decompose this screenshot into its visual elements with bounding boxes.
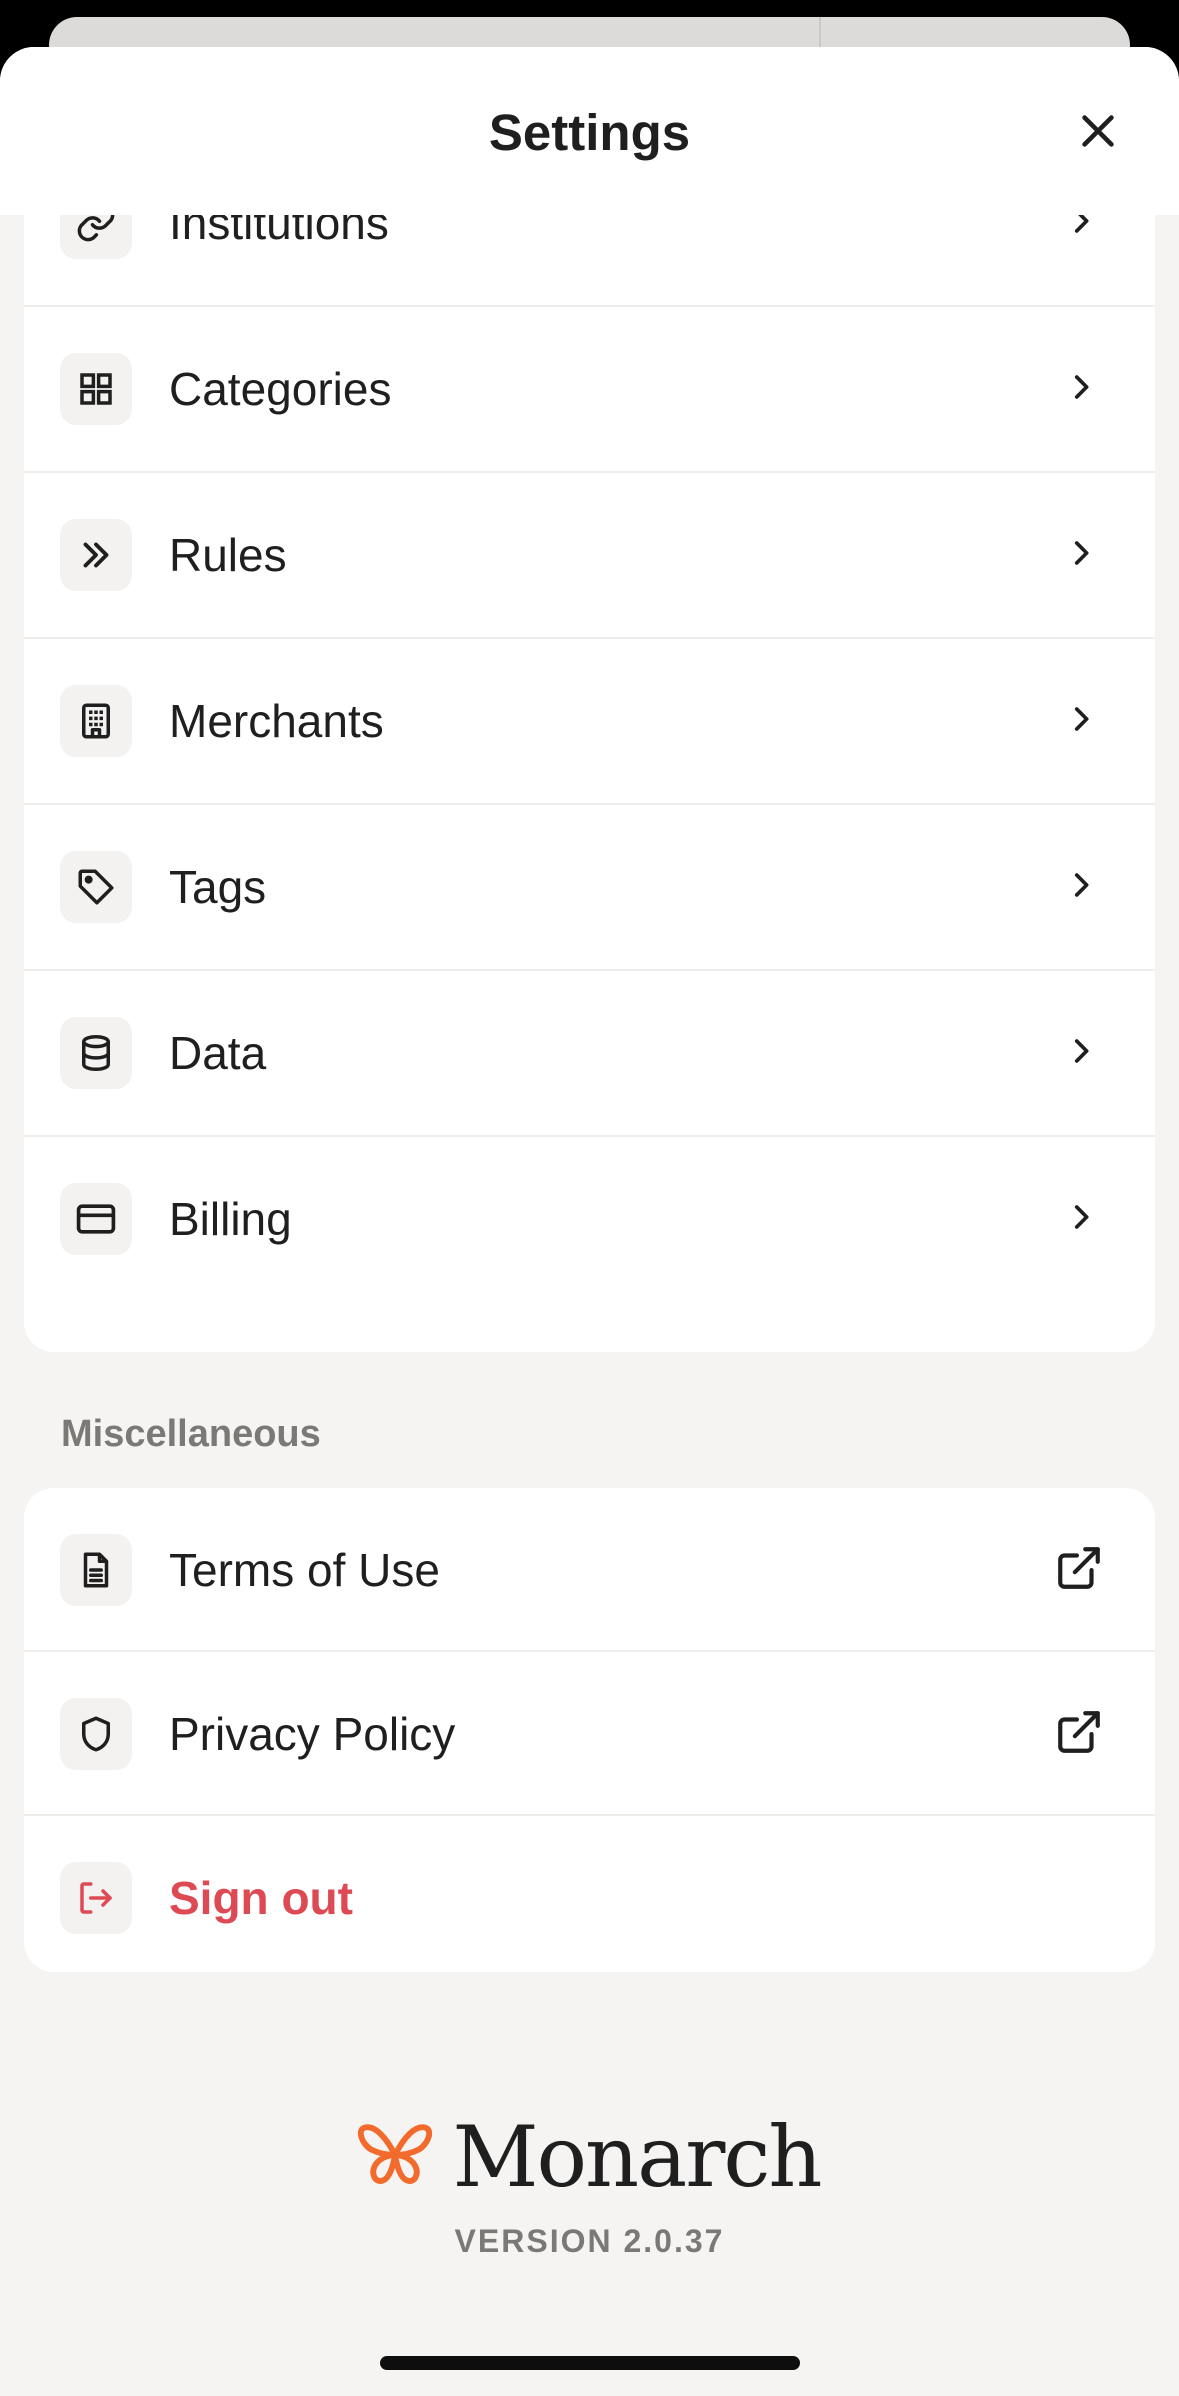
sign-out-button[interactable]: Sign out bbox=[24, 1816, 1155, 1972]
settings-item-rules[interactable]: Rules bbox=[24, 473, 1155, 637]
settings-item-label: Tags bbox=[169, 861, 267, 913]
double-chevron-icon bbox=[60, 519, 132, 591]
building-icon bbox=[60, 685, 132, 757]
home-indicator bbox=[380, 2356, 800, 2370]
settings-item-label: Rules bbox=[169, 529, 287, 581]
external-link-icon bbox=[1054, 1543, 1104, 1598]
chevron-right-icon bbox=[1064, 1200, 1098, 1239]
settings-item-label: Categories bbox=[169, 363, 392, 415]
brand-logo: Monarch bbox=[0, 2108, 1179, 2206]
misc-item-terms[interactable]: Terms of Use bbox=[24, 1488, 1155, 1652]
credit-card-icon bbox=[60, 1183, 132, 1255]
sheet-header: Settings bbox=[0, 47, 1179, 215]
chevron-right-icon bbox=[1064, 702, 1098, 741]
misc-item-label: Privacy Policy bbox=[169, 1708, 456, 1760]
settings-item-label: Billing bbox=[169, 1193, 292, 1245]
chevron-right-icon bbox=[1064, 868, 1098, 907]
close-button[interactable] bbox=[1060, 95, 1136, 171]
shield-icon bbox=[60, 1698, 132, 1770]
brand-name: Monarch bbox=[452, 2108, 822, 2206]
settings-item-label: Merchants bbox=[169, 695, 384, 747]
misc-item-label: Terms of Use bbox=[169, 1544, 440, 1596]
chevron-right-icon bbox=[1064, 1034, 1098, 1073]
settings-list: Institutions Categories Rules Merchants … bbox=[24, 141, 1155, 1352]
chevron-right-icon bbox=[1064, 536, 1098, 575]
settings-sheet: Institutions Categories Rules Merchants … bbox=[0, 47, 1179, 2396]
misc-item-privacy[interactable]: Privacy Policy bbox=[24, 1652, 1155, 1816]
sign-out-label: Sign out bbox=[169, 1872, 353, 1924]
chevron-right-icon bbox=[1064, 370, 1098, 409]
page-title: Settings bbox=[488, 104, 691, 161]
grid-icon bbox=[60, 353, 132, 425]
settings-item-tags[interactable]: Tags bbox=[24, 805, 1155, 969]
version-label: VERSION 2.0.37 bbox=[454, 2223, 725, 2259]
butterfly-icon bbox=[358, 2120, 433, 2195]
settings-item-data[interactable]: Data bbox=[24, 971, 1155, 1135]
settings-item-merchants[interactable]: Merchants bbox=[24, 639, 1155, 803]
document-icon bbox=[60, 1534, 132, 1606]
sign-out-icon bbox=[60, 1862, 132, 1934]
close-icon bbox=[1075, 108, 1121, 159]
settings-item-categories[interactable]: Categories bbox=[24, 307, 1155, 471]
external-link-icon bbox=[1054, 1707, 1104, 1762]
section-label: Miscellaneous bbox=[61, 1413, 321, 1455]
settings-item-billing[interactable]: Billing bbox=[24, 1137, 1155, 1301]
tag-icon bbox=[60, 851, 132, 923]
misc-list: Terms of Use Privacy Policy Sign out bbox=[24, 1488, 1155, 1972]
database-icon bbox=[60, 1017, 132, 1089]
settings-item-label: Data bbox=[169, 1027, 267, 1079]
